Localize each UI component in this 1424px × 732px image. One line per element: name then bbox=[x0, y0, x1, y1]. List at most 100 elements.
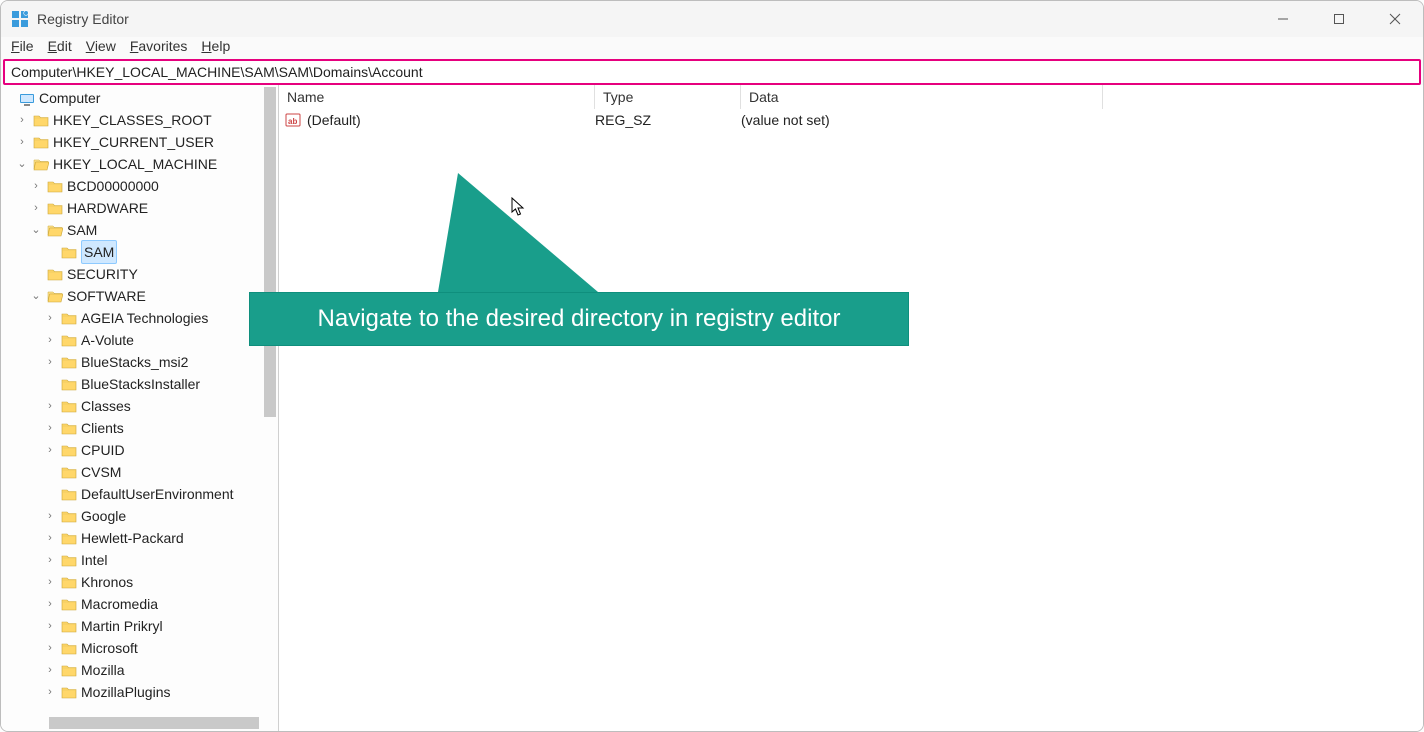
chevron-right-icon: › bbox=[15, 109, 29, 131]
tree-label: BlueStacksInstaller bbox=[81, 373, 200, 395]
window-root: Registry Editor File Edit View Favorites… bbox=[0, 0, 1424, 732]
folder-icon bbox=[61, 333, 77, 347]
tree-label: DefaultUserEnvironment bbox=[81, 483, 234, 505]
menu-edit-label: dit bbox=[57, 38, 72, 54]
tree-item[interactable]: ›Hewlett-Packard bbox=[1, 527, 262, 549]
tree-item-hkcr[interactable]: › HKEY_CLASSES_ROOT bbox=[1, 109, 262, 131]
folder-open-icon bbox=[33, 157, 49, 171]
chevron-right-icon: › bbox=[29, 175, 43, 197]
chevron-right-icon: › bbox=[43, 527, 57, 549]
column-header-name[interactable]: Name bbox=[279, 85, 595, 109]
tree-item[interactable]: › Google bbox=[1, 505, 262, 527]
menu-favorites[interactable]: Favorites bbox=[130, 38, 188, 54]
folder-icon bbox=[33, 135, 49, 149]
tree-item-sam-sam-selected[interactable]: › SAM bbox=[1, 241, 262, 263]
tree-item-hklm[interactable]: ⌄ HKEY_LOCAL_MACHINE bbox=[1, 153, 262, 175]
folder-icon bbox=[61, 509, 77, 523]
tree-label: Intel bbox=[81, 549, 107, 571]
folder-icon bbox=[47, 267, 63, 281]
tree-label: HKEY_CURRENT_USER bbox=[53, 131, 214, 153]
address-input[interactable] bbox=[9, 63, 1415, 81]
tree-item[interactable]: ›Martin Prikryl bbox=[1, 615, 262, 637]
chevron-right-icon: › bbox=[43, 637, 57, 659]
tree-item[interactable]: › A-Volute bbox=[1, 329, 262, 351]
tree-label: CVSM bbox=[81, 461, 121, 483]
minimize-button[interactable] bbox=[1255, 1, 1311, 37]
chevron-right-icon: › bbox=[43, 505, 57, 527]
address-bar-highlight bbox=[3, 59, 1421, 85]
tree-item-hkcu[interactable]: › HKEY_CURRENT_USER bbox=[1, 131, 262, 153]
chevron-right-icon: › bbox=[43, 439, 57, 461]
folder-icon bbox=[61, 443, 77, 457]
tree-item[interactable]: ›Clients bbox=[1, 417, 262, 439]
tree-item[interactable]: ›AGEIA Technologies bbox=[1, 307, 262, 329]
column-header-data[interactable]: Data bbox=[741, 85, 1103, 109]
folder-open-icon bbox=[47, 289, 63, 303]
chevron-down-icon: ⌄ bbox=[29, 219, 43, 241]
menubar: File Edit View Favorites Help bbox=[1, 37, 1423, 59]
tree-label: MozillaPlugins bbox=[81, 681, 170, 703]
tree-item[interactable]: ›Classes bbox=[1, 395, 262, 417]
tree-item[interactable]: ›CVSM bbox=[1, 461, 262, 483]
tree-horizontal-scrollbar[interactable] bbox=[49, 717, 259, 729]
tree-label: BlueStacks_msi2 bbox=[81, 351, 188, 373]
tree-item[interactable]: ›Khronos bbox=[1, 571, 262, 593]
tree-item[interactable]: ›DefaultUserEnvironment bbox=[1, 483, 262, 505]
chevron-right-icon: › bbox=[43, 593, 57, 615]
tree-item[interactable]: ›Intel bbox=[1, 549, 262, 571]
folder-icon bbox=[61, 245, 77, 259]
chevron-right-icon: › bbox=[43, 307, 57, 329]
tree-item[interactable]: ›Mozilla bbox=[1, 659, 262, 681]
close-button[interactable] bbox=[1367, 1, 1423, 37]
tree-label: CPUID bbox=[81, 439, 125, 461]
cell-type-text: REG_SZ bbox=[595, 112, 741, 128]
folder-icon bbox=[61, 421, 77, 435]
tree-label: SECURITY bbox=[67, 263, 138, 285]
tree-item-security[interactable]: › SECURITY bbox=[1, 263, 262, 285]
tree-item[interactable]: ›BlueStacks_msi2 bbox=[1, 351, 262, 373]
tree-item[interactable]: ›BlueStacksInstaller bbox=[1, 373, 262, 395]
column-header-type[interactable]: Type bbox=[595, 85, 741, 109]
tree-item-software[interactable]: ⌄ SOFTWARE bbox=[1, 285, 262, 307]
tree-item[interactable]: › MozillaPlugins bbox=[1, 681, 262, 703]
callout-text: Navigate to the desired directory in reg… bbox=[318, 305, 841, 333]
menu-view[interactable]: View bbox=[86, 38, 116, 54]
list-pane: Name Type Data ab (Default) REG_SZ (valu bbox=[279, 85, 1423, 731]
folder-icon bbox=[47, 179, 63, 193]
chevron-right-icon: › bbox=[43, 417, 57, 439]
maximize-button[interactable] bbox=[1311, 1, 1367, 37]
tree-item[interactable]: ›Macromedia bbox=[1, 593, 262, 615]
tree-item[interactable]: › CPUID bbox=[1, 439, 262, 461]
tree-label: Martin Prikryl bbox=[81, 615, 163, 637]
folder-icon bbox=[47, 201, 63, 215]
chevron-right-icon: › bbox=[43, 329, 57, 351]
chevron-right-icon: › bbox=[43, 395, 57, 417]
tree-pane: ▾ Computer › HKEY_CLASSES_ bbox=[1, 85, 279, 731]
menu-help[interactable]: Help bbox=[201, 38, 230, 54]
menu-edit[interactable]: Edit bbox=[48, 38, 72, 54]
cell-name-text: (Default) bbox=[307, 112, 361, 128]
tree-vertical-scrollbar[interactable] bbox=[264, 87, 276, 417]
cell-data-text: (value not set) bbox=[741, 112, 1423, 128]
folder-icon bbox=[61, 553, 77, 567]
callout-box: Navigate to the desired directory in reg… bbox=[249, 292, 909, 346]
tree-label: A-Volute bbox=[81, 329, 134, 351]
tree-label: SAM bbox=[81, 240, 117, 264]
list-row[interactable]: ab (Default) REG_SZ (value not set) bbox=[279, 109, 1423, 131]
chevron-right-icon: › bbox=[43, 681, 57, 703]
folder-icon bbox=[61, 531, 77, 545]
tree-root-computer[interactable]: ▾ Computer bbox=[1, 87, 262, 109]
menu-view-label: iew bbox=[95, 38, 116, 54]
tree-item-hardware[interactable]: › HARDWARE bbox=[1, 197, 262, 219]
tree-item-sam[interactable]: ⌄ SAM bbox=[1, 219, 262, 241]
computer-icon bbox=[19, 91, 35, 105]
menu-help-label: elp bbox=[212, 38, 231, 54]
tree-label: Google bbox=[81, 505, 126, 527]
tree-item-bcd[interactable]: › BCD00000000 bbox=[1, 175, 262, 197]
tree-label: SAM bbox=[67, 219, 97, 241]
tree-item[interactable]: ›Microsoft bbox=[1, 637, 262, 659]
menu-file[interactable]: File bbox=[11, 38, 34, 54]
tree-view[interactable]: ▾ Computer › HKEY_CLASSES_ bbox=[1, 87, 262, 715]
column-header-spare[interactable] bbox=[1103, 85, 1423, 109]
window-controls bbox=[1255, 1, 1423, 37]
